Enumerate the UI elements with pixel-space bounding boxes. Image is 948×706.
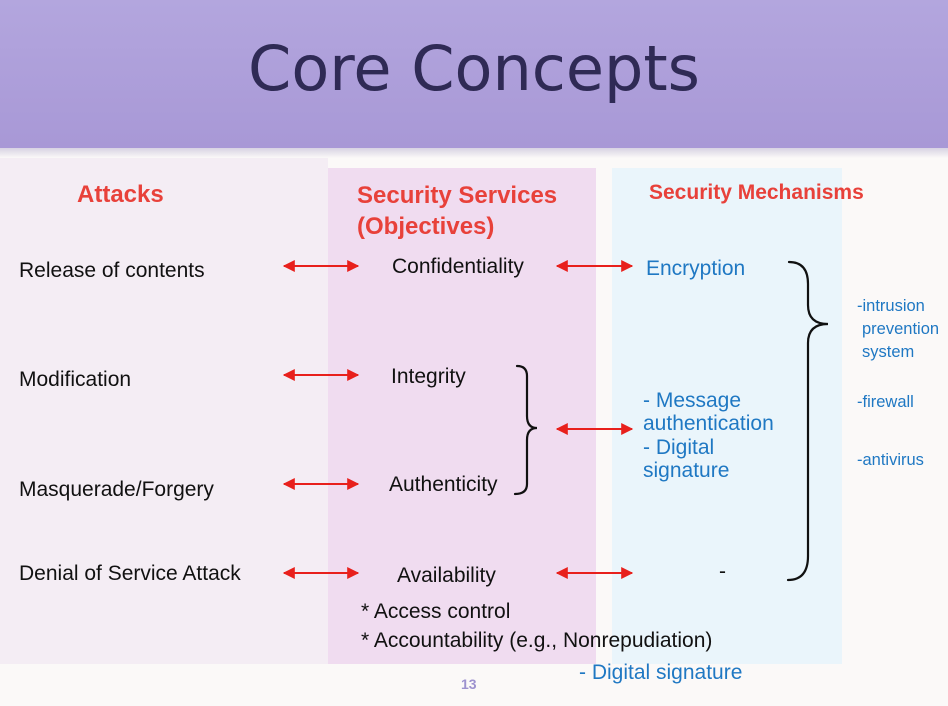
connector-overlay <box>282 260 829 582</box>
large-brace <box>786 260 829 582</box>
small-brace <box>513 364 538 496</box>
